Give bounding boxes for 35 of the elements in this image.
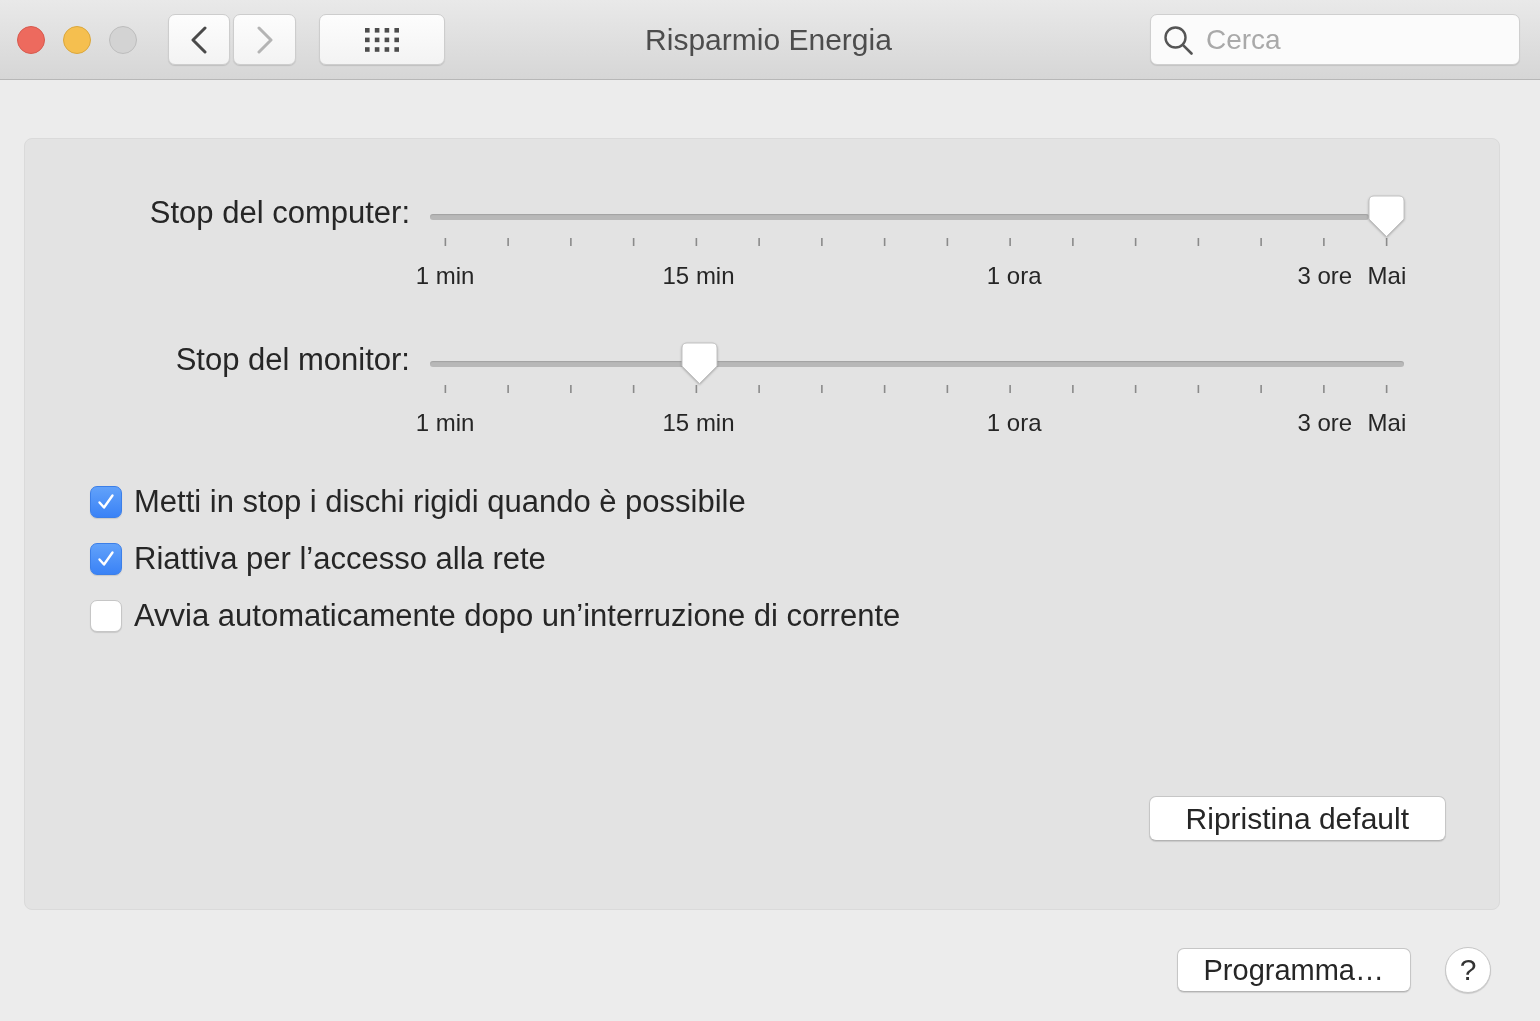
chevron-left-icon: [189, 25, 209, 54]
checkbox-label[interactable]: Riattiva per l’accesso alla rete: [134, 540, 546, 577]
scale-label: 1 ora: [986, 410, 1042, 436]
checkbox[interactable]: [90, 485, 122, 518]
slider-thumb[interactable]: [681, 342, 718, 385]
slider-label: Stop del computer:: [149, 196, 410, 230]
slider-thumb[interactable]: [1368, 195, 1406, 238]
window-title: Risparmio Energia: [645, 21, 892, 58]
zoom-button[interactable]: [109, 25, 137, 54]
scale-label: 15 min: [662, 263, 735, 289]
checkmark-icon: [96, 548, 116, 569]
scale-label: 15 min: [662, 410, 735, 436]
restore-defaults-button[interactable]: Ripristina default: [1148, 796, 1446, 841]
scale-label: 1 min: [415, 410, 475, 436]
show-all-button[interactable]: [319, 14, 445, 65]
scale-label: 3 ore: [1297, 263, 1353, 289]
scale-label: 1 ora: [986, 263, 1042, 289]
slider-label: Stop del monitor:: [175, 343, 410, 377]
scale-label: 1 min: [415, 263, 475, 289]
checkbox-label[interactable]: Metti in stop i dischi rigidi quando è possibile: [134, 483, 746, 520]
scale-label: Mai: [1367, 410, 1407, 436]
help-button[interactable]: ?: [1445, 947, 1491, 993]
grid-icon: [365, 27, 399, 52]
search-field[interactable]: Cerca: [1150, 14, 1520, 65]
minimize-button[interactable]: [63, 25, 91, 54]
checkbox[interactable]: [90, 599, 122, 632]
scale-label: 3 ore: [1297, 410, 1353, 436]
checkmark-icon: [96, 491, 116, 512]
close-button[interactable]: [17, 25, 45, 54]
search-icon: [1163, 25, 1193, 55]
checkbox[interactable]: [90, 542, 122, 575]
scale-label: Mai: [1367, 263, 1407, 289]
back-button[interactable]: [168, 14, 230, 65]
checkbox-label[interactable]: Avvia automaticamente dopo un’interruzione di corrente: [134, 597, 901, 634]
schedule-button[interactable]: Programma…: [1176, 948, 1411, 992]
